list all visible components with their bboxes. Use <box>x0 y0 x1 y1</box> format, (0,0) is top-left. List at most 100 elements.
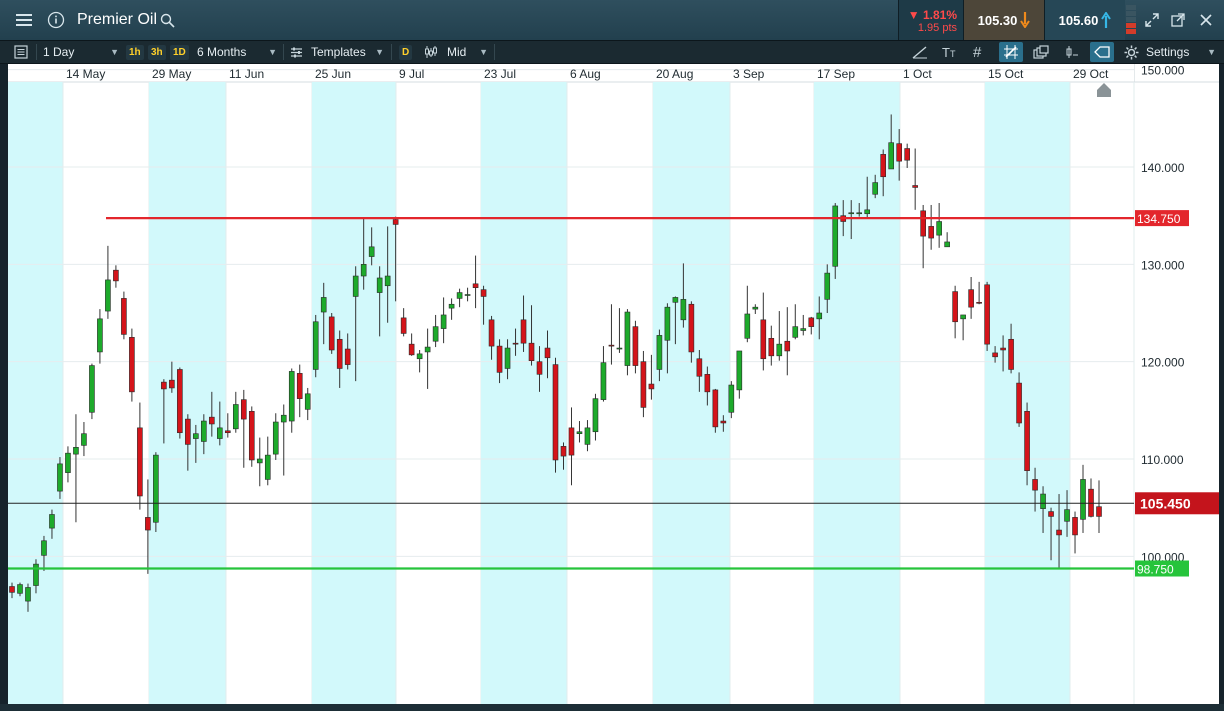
price-tick-label: 110.000 <box>1141 453 1184 467</box>
chevron-down-icon: ▼ <box>110 47 119 57</box>
candle-body <box>976 301 982 304</box>
d-tag-label: D <box>399 44 413 60</box>
info-button[interactable] <box>44 0 68 40</box>
candle-body <box>992 352 998 358</box>
header-bar: Premier Oil ▼ 1.81% 1.95 pts 105.30 105.… <box>0 0 1224 40</box>
candle-body <box>392 219 399 225</box>
candle-body <box>856 212 863 215</box>
candle-body <box>936 221 942 236</box>
interval-select[interactable]: 1 Day ▼ <box>43 41 119 63</box>
price-chart[interactable]: 14 May 29 May 11 Jun 25 Jun 9 Jul 23 Jul 6 Aug… <box>8 64 1219 704</box>
resistance-label: 134.750 <box>1137 212 1181 226</box>
candle-body <box>928 226 934 239</box>
sell-arrow-down-icon <box>1020 12 1031 28</box>
candle-body <box>552 364 559 461</box>
date-tick-label: 1 Oct <box>903 67 932 81</box>
candle-body <box>888 142 894 170</box>
candle-body <box>920 210 926 237</box>
candle-body <box>360 264 367 277</box>
candle-body <box>768 338 775 357</box>
list-button[interactable] <box>14 41 28 63</box>
candle-body <box>1024 411 1030 471</box>
candle-body <box>201 420 207 442</box>
candle-body <box>1064 509 1070 522</box>
layers-button[interactable] <box>1033 41 1049 63</box>
sell-button[interactable]: 105.30 <box>963 0 1044 40</box>
buy-button[interactable]: 105.60 <box>1044 0 1125 40</box>
candle-body <box>1048 511 1054 517</box>
text-tool-button[interactable]: TT <box>942 41 955 63</box>
candle-body <box>256 458 263 464</box>
d-tag[interactable]: D <box>399 41 413 63</box>
candle-body <box>1008 338 1014 370</box>
candle-body <box>712 389 719 428</box>
price-tick-label: 130.000 <box>1141 258 1185 272</box>
close-button[interactable] <box>1194 0 1218 40</box>
candle-body <box>640 361 647 408</box>
candle-body <box>217 427 223 439</box>
grid-icon: # <box>973 43 982 61</box>
interval-label: 1 Day <box>43 45 75 59</box>
candle-body <box>560 446 567 457</box>
candle-body <box>912 185 918 188</box>
line-tool-button[interactable] <box>912 41 928 63</box>
range-select[interactable]: 6 Months ▼ <box>197 41 277 63</box>
indicator-icon <box>1066 46 1078 58</box>
candle-body <box>984 284 990 345</box>
candle-body <box>1056 529 1062 536</box>
search-icon <box>160 13 175 28</box>
chart-footer <box>0 704 1224 711</box>
quick-3h-button[interactable]: 3h <box>148 41 166 63</box>
candle-body <box>592 398 599 433</box>
date-tick-label: 15 Oct <box>988 67 1024 81</box>
layers-icon <box>1033 45 1049 59</box>
expand-button[interactable] <box>1140 0 1164 40</box>
candle-body <box>113 269 119 282</box>
menu-button[interactable] <box>8 0 40 40</box>
search-button[interactable] <box>156 0 178 40</box>
grid-button[interactable]: # <box>973 41 981 63</box>
candle-body <box>488 319 495 347</box>
candle-body <box>336 338 343 369</box>
period-band <box>149 82 226 704</box>
candle-body <box>33 563 39 586</box>
price-type-select[interactable]: Mid ▼ <box>424 41 488 63</box>
candle-body <box>448 303 455 309</box>
candle-body <box>720 420 727 424</box>
candle-body <box>504 347 511 369</box>
candle-body <box>664 306 671 341</box>
buy-price: 105.60 <box>1058 12 1099 28</box>
candle-body <box>584 427 591 445</box>
templates-select[interactable]: Templates ▼ <box>290 41 384 63</box>
crosshair-button[interactable] <box>999 41 1023 63</box>
candle-body <box>248 411 255 461</box>
candle-body <box>896 143 902 162</box>
candle-body <box>848 212 855 215</box>
range-label: 6 Months <box>197 45 247 59</box>
popout-button[interactable] <box>1166 0 1190 40</box>
quick-1d-button[interactable]: 1D <box>170 41 189 63</box>
candle-body <box>792 326 799 338</box>
price-type-label: Mid <box>447 45 467 59</box>
candle-body <box>968 289 974 308</box>
candle-body <box>632 326 639 366</box>
candle-body <box>872 182 879 195</box>
candle-body <box>624 311 631 366</box>
candle-body <box>9 586 15 593</box>
price-tick-label: 140.000 <box>1141 161 1185 175</box>
candle-body <box>944 241 950 248</box>
candle-body <box>648 383 655 390</box>
candle-body <box>57 463 63 492</box>
candle-body <box>129 337 135 393</box>
candle-body <box>704 374 711 393</box>
price-label-button[interactable] <box>1090 41 1114 63</box>
quick-1h-button[interactable]: 1h <box>126 41 144 63</box>
candle-body <box>320 297 327 313</box>
candlestick-chart[interactable]: 14 May 29 May 11 Jun 25 Jun 9 Jul 23 Jul 6 Aug… <box>8 64 1219 704</box>
candle-body <box>416 353 423 360</box>
candle-body <box>672 297 679 303</box>
candle-body <box>1032 479 1038 491</box>
candle-body <box>400 317 407 334</box>
settings-button[interactable]: Settings ▼ <box>1124 41 1216 63</box>
indicator-button[interactable] <box>1065 41 1079 63</box>
